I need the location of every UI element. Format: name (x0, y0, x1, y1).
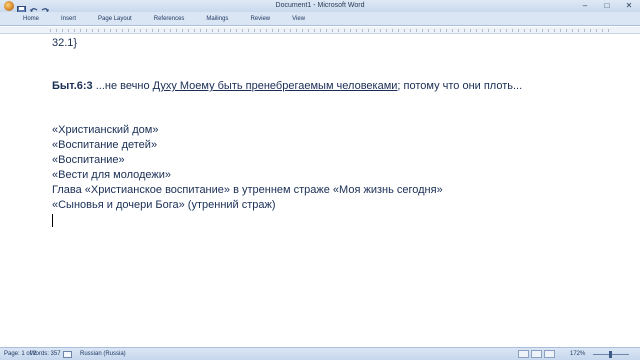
doc-line-3: «Христианский дом» (52, 124, 159, 136)
print-layout-view-icon[interactable] (518, 350, 529, 358)
doc-line-2-underlined: Духу Моему быть пренебрегаемым человекам… (152, 80, 398, 92)
close-button[interactable]: ✕ (622, 1, 636, 10)
doc-line-2: Быт.6:3 ...не вечно Духу Моему быть прен… (52, 79, 522, 93)
tab-insert[interactable]: Insert (50, 12, 87, 26)
tab-view[interactable]: View (281, 12, 316, 26)
word-count[interactable]: Words: 357 (30, 348, 61, 360)
zoom-slider-knob[interactable] (609, 351, 612, 358)
zoom-level[interactable]: 172% (570, 348, 585, 360)
tab-review[interactable]: Review (239, 12, 281, 26)
web-layout-view-icon[interactable] (544, 350, 555, 358)
language-indicator[interactable]: Russian (Russia) (80, 348, 126, 360)
zoom-slider[interactable] (593, 351, 629, 358)
text-cursor (52, 214, 53, 227)
doc-line-2-text-a: ...не вечно (92, 80, 153, 92)
tab-page-layout[interactable]: Page Layout (87, 12, 143, 26)
doc-line-1: 32.1} (52, 37, 78, 49)
tab-references[interactable]: References (143, 12, 196, 26)
doc-line-7: Глава «Христианское воспитание» в утренн… (52, 184, 443, 196)
bible-reference: Быт.6:3 (52, 80, 93, 92)
spelling-check-icon[interactable] (63, 351, 72, 358)
tab-home[interactable]: Home (12, 12, 50, 26)
status-bar: Page: 1 of 2 Words: 357 Russian (Russia)… (0, 347, 640, 360)
horizontal-ruler[interactable] (0, 27, 640, 34)
document-page[interactable]: 32.1} Быт.6:3 ...не вечно Духу Моему быт… (0, 34, 640, 347)
full-screen-view-icon[interactable] (531, 350, 542, 358)
window-controls: – □ ✕ (578, 1, 636, 10)
doc-line-5: «Воспитание» (52, 154, 125, 166)
ruler-ticks (50, 29, 610, 32)
tab-mailings[interactable]: Mailings (195, 12, 239, 26)
minimize-button[interactable]: – (578, 1, 592, 10)
doc-line-8: «Сыновья и дочери Бога» (утренний страж) (52, 199, 276, 211)
title-bar: Document1 - Microsoft Word – □ ✕ (0, 0, 640, 15)
doc-line-6: «Вести для молодежи» (52, 169, 172, 181)
ribbon-tabs: Home Insert Page Layout References Maili… (0, 12, 640, 26)
doc-line-2-text-b: ; потому что они плоть... (397, 80, 523, 92)
window-title: Document1 - Microsoft Word (275, 2, 365, 9)
view-buttons (518, 350, 555, 358)
maximize-button[interactable]: □ (600, 1, 614, 10)
doc-line-4: «Воспитание детей» (52, 139, 158, 151)
